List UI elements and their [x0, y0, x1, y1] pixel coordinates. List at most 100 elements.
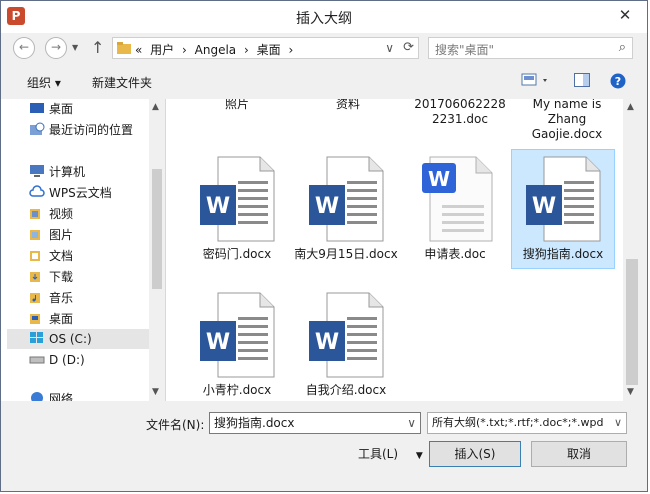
- sidebar-item-videos[interactable]: 视频: [29, 204, 73, 224]
- file-list-scrollbar[interactable]: ▲ ▼: [623, 99, 641, 401]
- file-list[interactable]: 照片 资料 201706062228 2231.doc My name is Z…: [166, 99, 623, 401]
- filetype-value: 所有大纲(*.txt;*.rtf;*.doc*;*.wpd: [432, 416, 604, 429]
- svg-text:W: W: [428, 167, 450, 191]
- word-document-icon: W: [526, 156, 601, 242]
- file-label: 南大9月15日.docx: [294, 247, 398, 261]
- svg-text:W: W: [315, 330, 339, 355]
- sidebar-item-network[interactable]: 网络: [29, 389, 73, 401]
- forward-button[interactable]: →: [45, 37, 67, 59]
- file-label: 搜狗指南.docx: [522, 247, 604, 261]
- file-item-application[interactable]: W 申请表.doc: [403, 155, 507, 262]
- filename-label: 文件名(N):: [146, 418, 205, 432]
- organize-menu[interactable]: 组织 ▾: [27, 74, 61, 91]
- filename-value: 搜狗指南.docx: [214, 416, 295, 430]
- sidebar-item-desktop[interactable]: 桌面: [29, 99, 73, 119]
- sidebar-item-pictures[interactable]: 图片: [29, 225, 73, 245]
- file-item-mimamen[interactable]: W 密码门.docx: [185, 155, 289, 262]
- sidebar-item-desktop-2[interactable]: 桌面: [29, 309, 73, 329]
- breadcrumb-separator[interactable]: ›: [244, 43, 249, 57]
- network-icon: [29, 391, 45, 401]
- folder-icon: [117, 42, 131, 54]
- file-list-scroll-thumb[interactable]: [626, 259, 638, 385]
- dialog-title: 插入大纲: [296, 11, 352, 27]
- sidebar-item-documents[interactable]: 文档: [29, 246, 73, 266]
- word-document-icon: W: [200, 156, 275, 242]
- breadcrumb-desktop[interactable]: 桌面: [257, 43, 281, 57]
- sidebar-item-recent[interactable]: 最近访问的位置: [29, 120, 133, 140]
- file-item-sogou-guide[interactable]: W 搜狗指南.docx: [511, 149, 615, 269]
- sidebar-item-drive-c[interactable]: OS (C:): [7, 329, 165, 349]
- sidebar-item-label: WPS云文档: [49, 186, 112, 200]
- file-item-doc-2017[interactable]: 201706062228 2231.doc: [408, 99, 512, 127]
- navigation-pane[interactable]: 桌面 最近访问的位置 计算机 WPS云文档 视频 图片 文档 下载 音乐 桌面: [1, 99, 166, 401]
- sidebar-item-music[interactable]: 音乐: [29, 288, 73, 308]
- scroll-up-icon[interactable]: ▲: [152, 102, 159, 112]
- recent-icon: [29, 122, 45, 136]
- view-options-icon[interactable]: [521, 73, 551, 90]
- sidebar-item-label: OS (C:): [49, 332, 92, 346]
- preview-pane-icon[interactable]: [574, 73, 590, 90]
- file-item-nanda[interactable]: W 南大9月15日.docx: [294, 155, 398, 262]
- history-dropdown-icon[interactable]: ▼: [72, 43, 78, 52]
- svg-text:W: W: [206, 330, 230, 355]
- filetype-select[interactable]: 所有大纲(*.txt;*.rtf;*.doc*;*.wpd ∨: [427, 412, 627, 434]
- sidebar-item-label: D (D:): [49, 353, 85, 367]
- breadcrumb-overflow[interactable]: «: [135, 43, 142, 57]
- sidebar-item-downloads[interactable]: 下载: [29, 267, 73, 287]
- scroll-up-icon[interactable]: ▲: [627, 102, 634, 112]
- file-item-xiaoqingning[interactable]: W 小青柠.docx: [185, 291, 289, 398]
- dialog-window: P 插入大纲 ✕ ← → ▼ ↑ « 用户 › Angela › 桌面 › ∨ …: [0, 0, 648, 492]
- insert-button[interactable]: 插入(S): [429, 441, 521, 467]
- up-button[interactable]: ↑: [91, 38, 104, 57]
- scroll-down-icon[interactable]: ▼: [627, 387, 634, 397]
- search-placeholder: 搜索"桌面": [435, 43, 495, 57]
- file-label: 小青柠.docx: [202, 383, 272, 397]
- folder-icon: [29, 311, 45, 325]
- breadcrumb-users[interactable]: 用户: [150, 43, 174, 57]
- svg-text:W: W: [315, 194, 339, 219]
- chevron-down-icon[interactable]: ∨: [613, 413, 622, 433]
- back-button[interactable]: ←: [13, 37, 35, 59]
- breadcrumb-separator[interactable]: ›: [288, 43, 293, 57]
- sidebar-item-computer[interactable]: 计算机: [29, 162, 85, 182]
- help-icon[interactable]: ?: [610, 73, 626, 92]
- search-box[interactable]: 搜索"桌面" ⌕: [428, 37, 633, 59]
- file-label: 密码门.docx: [202, 247, 272, 261]
- wps-document-icon: W: [422, 156, 493, 242]
- tools-menu[interactable]: 工具(L) ▼: [358, 445, 423, 462]
- sidebar-scrollbar[interactable]: ▲ ▼: [149, 99, 165, 401]
- filename-input[interactable]: 搜狗指南.docx ∨: [209, 412, 421, 434]
- folder-icon: [29, 206, 45, 220]
- address-dropdown-icon[interactable]: ∨: [385, 41, 394, 55]
- file-item-folder-materials[interactable]: 资料: [296, 99, 400, 112]
- sidebar-item-label: 桌面: [49, 102, 74, 116]
- desktop-icon: [29, 101, 45, 115]
- sidebar-item-label: 音乐: [49, 291, 74, 305]
- word-document-icon: W: [309, 292, 384, 378]
- svg-text:W: W: [532, 194, 556, 219]
- sidebar-scroll-thumb[interactable]: [152, 169, 162, 289]
- scroll-down-icon[interactable]: ▼: [152, 387, 159, 397]
- cancel-button[interactable]: 取消: [531, 441, 627, 467]
- folder-icon: [29, 248, 45, 262]
- navigation-bar: ← → ▼ ↑ « 用户 › Angela › 桌面 › ∨ ⟳ 搜索"桌面" …: [1, 33, 647, 65]
- close-button[interactable]: ✕: [611, 4, 639, 26]
- chevron-down-icon[interactable]: ∨: [407, 413, 416, 433]
- sidebar-item-drive-d[interactable]: D (D:): [29, 350, 85, 370]
- search-icon[interactable]: ⌕: [619, 40, 626, 55]
- breadcrumb-separator[interactable]: ›: [182, 43, 187, 57]
- computer-icon: [29, 164, 45, 178]
- dialog-footer: 文件名(N): 搜狗指南.docx ∨ 所有大纲(*.txt;*.rtf;*.d…: [1, 403, 647, 493]
- address-bar[interactable]: « 用户 › Angela › 桌面 › ∨ ⟳: [112, 37, 419, 59]
- drive-icon: [29, 352, 45, 366]
- file-label: 自我介绍.docx: [305, 383, 387, 397]
- refresh-icon[interactable]: ⟳: [403, 40, 414, 55]
- tools-label: 工具(L): [358, 447, 399, 461]
- sidebar-item-wps-cloud[interactable]: WPS云文档: [29, 183, 112, 203]
- file-item-my-name[interactable]: My name is Zhang Gaojie.docx: [515, 99, 619, 142]
- file-item-self-intro[interactable]: W 自我介绍.docx: [294, 291, 398, 398]
- file-item-folder-photos[interactable]: 照片: [185, 99, 289, 112]
- new-folder-button[interactable]: 新建文件夹: [92, 74, 152, 91]
- breadcrumb-angela[interactable]: Angela: [195, 43, 237, 57]
- folder-icon: [29, 290, 45, 304]
